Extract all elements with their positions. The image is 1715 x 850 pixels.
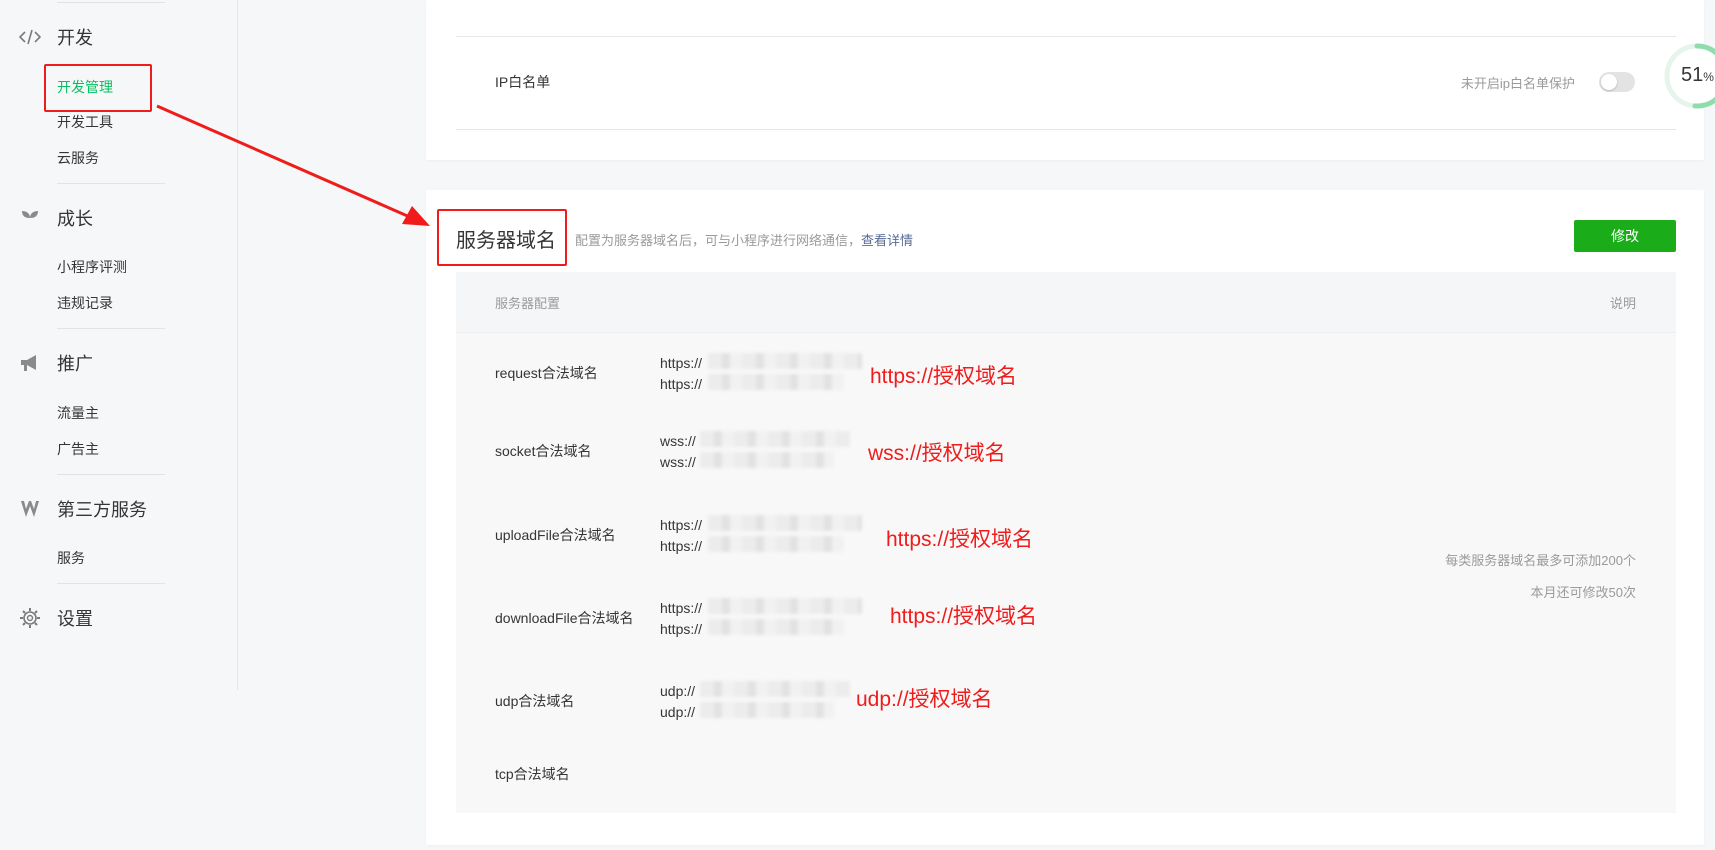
limit-note: 每类服务器域名最多可添加200个 xyxy=(1445,553,1636,568)
row-url: https:// xyxy=(660,621,703,637)
divider xyxy=(456,36,1676,37)
sidebar-item-cloud[interactable]: 云服务 xyxy=(57,148,99,168)
row-url: https:// xyxy=(660,355,703,371)
row-name: udp合法域名 xyxy=(495,693,575,709)
table-row: downloadFile合法域名 https:// https:// https… xyxy=(456,578,1676,658)
sidebar-group-promotion[interactable]: 推广 xyxy=(0,349,236,377)
highlight-box-section-title xyxy=(437,209,567,266)
row-name: uploadFile合法域名 xyxy=(495,527,616,543)
edit-button[interactable]: 修改 xyxy=(1574,220,1676,252)
redacted-domain xyxy=(700,702,834,718)
row-name: socket合法域名 xyxy=(495,443,592,459)
divider xyxy=(456,129,1676,130)
annotation-text: wss://授权域名 xyxy=(868,442,1006,465)
redacted-domain xyxy=(708,598,862,614)
header-note: 说明 xyxy=(1609,296,1636,311)
annotation-text: https://授权域名 xyxy=(870,365,1018,388)
table-row: udp合法域名 udp:// udp:// udp://授权域名 xyxy=(456,661,1676,741)
sidebar-item-violations[interactable]: 违规记录 xyxy=(57,293,113,313)
domain-table: 服务器配置 说明 request合法域名 https:// https:// h… xyxy=(456,272,1676,813)
toggle-knob xyxy=(1601,74,1617,90)
details-link[interactable]: 查看详情 xyxy=(861,233,913,248)
sidebar-group-label: 设置 xyxy=(57,609,93,629)
redacted-domain xyxy=(700,681,850,697)
sidebar-item-traffic-owner[interactable]: 流量主 xyxy=(57,403,99,423)
row-url: https:// xyxy=(660,600,703,616)
sidebar-divider xyxy=(57,583,165,584)
progress-unit: % xyxy=(1703,70,1714,84)
row-name: tcp合法域名 xyxy=(495,766,570,782)
table-header: 服务器配置 说明 xyxy=(456,272,1676,333)
redacted-domain xyxy=(700,431,850,447)
progress-value: 51% xyxy=(1681,64,1714,87)
megaphone-icon xyxy=(18,351,42,375)
sidebar-item-dev-tools[interactable]: 开发工具 xyxy=(57,112,113,132)
annotation-text: udp://授权域名 xyxy=(856,688,993,711)
redacted-domain xyxy=(708,515,862,531)
table-row: socket合法域名 wss:// wss:// wss://授权域名 xyxy=(456,411,1676,491)
redacted-domain xyxy=(708,353,862,369)
table-row: request合法域名 https:// https:// https://授权… xyxy=(456,333,1676,413)
row-name: request合法域名 xyxy=(495,365,598,381)
remaining-note: 本月还可修改50次 xyxy=(1530,585,1636,600)
highlight-box-dev-manage xyxy=(44,64,152,112)
sidebar-item-advertiser[interactable]: 广告主 xyxy=(57,439,99,459)
sidebar-group-settings[interactable]: 设置 xyxy=(0,604,236,632)
row-url: wss:// xyxy=(660,433,696,449)
sidebar-group-label: 推广 xyxy=(57,354,93,374)
row-name: downloadFile合法域名 xyxy=(495,610,634,626)
ip-whitelist-label: IP白名单 xyxy=(495,74,551,90)
gear-icon xyxy=(18,606,42,630)
annotation-text: https://授权域名 xyxy=(890,605,1038,628)
progress-number: 51 xyxy=(1681,64,1704,86)
sidebar-item-evaluation[interactable]: 小程序评测 xyxy=(57,257,127,277)
redacted-domain xyxy=(700,452,834,468)
row-url: https:// xyxy=(660,376,703,392)
third-party-icon xyxy=(18,497,42,521)
row-url: https:// xyxy=(660,517,703,533)
server-domain-panel: 服务器域名 配置为服务器域名后，可与小程序进行网络通信，查看详情 修改 服务器配… xyxy=(426,190,1704,845)
ip-whitelist-status: 未开启ip白名单保护 xyxy=(1460,76,1575,91)
sprout-icon xyxy=(18,206,42,230)
redacted-domain xyxy=(708,374,844,390)
annotation-text: https://授权域名 xyxy=(886,528,1034,551)
code-icon xyxy=(18,25,42,49)
sidebar-group-label: 开发 xyxy=(57,28,93,48)
header-config: 服务器配置 xyxy=(495,296,561,311)
sidebar-divider xyxy=(57,2,165,3)
redacted-domain xyxy=(708,536,844,552)
sidebar-group-label: 第三方服务 xyxy=(57,500,147,520)
redacted-domain xyxy=(708,619,844,635)
row-url: udp:// xyxy=(660,683,696,699)
row-url: https:// xyxy=(660,538,703,554)
table-row: tcp合法域名 xyxy=(456,734,1676,814)
sidebar-divider xyxy=(57,183,165,184)
sidebar-group-third-party[interactable]: 第三方服务 xyxy=(0,495,236,523)
row-url: udp:// xyxy=(660,704,696,720)
sidebar-group-label: 成长 xyxy=(57,209,93,229)
description-text: 配置为服务器域名后，可与小程序进行网络通信， xyxy=(575,233,862,248)
sidebar-divider xyxy=(57,328,165,329)
sidebar-group-dev[interactable]: 开发 xyxy=(0,23,236,51)
section-description: 配置为服务器域名后，可与小程序进行网络通信，查看详情 xyxy=(575,230,913,249)
sidebar-item-service[interactable]: 服务 xyxy=(57,548,85,568)
sidebar-divider xyxy=(57,474,165,475)
ip-whitelist-panel: IP白名单 未开启ip白名单保护 xyxy=(426,0,1704,160)
ip-whitelist-toggle[interactable] xyxy=(1599,72,1635,92)
row-url: wss:// xyxy=(660,454,696,470)
sidebar-group-growth[interactable]: 成长 xyxy=(0,204,236,232)
